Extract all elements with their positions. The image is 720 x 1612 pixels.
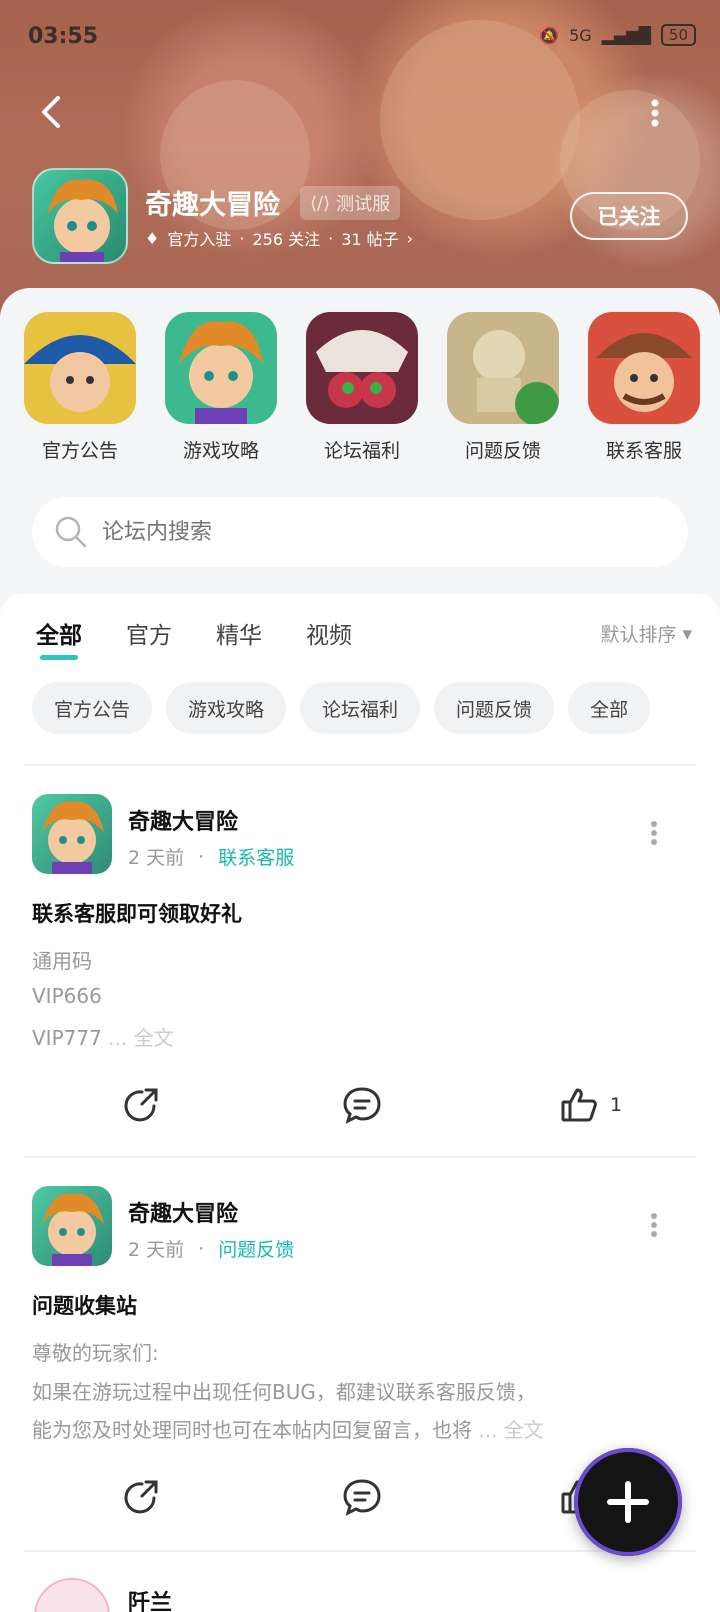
- shortcut-label: 论坛福利: [323, 440, 400, 462]
- post-body-line: VIP666: [32, 984, 102, 1008]
- thumbs-up-icon: [561, 1088, 597, 1122]
- shortcut-support[interactable]: 联系客服: [586, 312, 702, 463]
- share-icon: [124, 1480, 158, 1514]
- shortcut-label: 问题反馈: [464, 440, 541, 462]
- shortcut-row: 官方公告 游戏攻略 论坛福利 问题反馈 联系客服: [22, 312, 702, 463]
- chip-guides[interactable]: 游戏攻略: [166, 682, 287, 734]
- post-author[interactable]: 奇趣大冒险: [128, 1196, 238, 1228]
- comment-icon: [343, 1087, 381, 1124]
- post-meta: 2 天前 · 联系客服: [128, 843, 294, 870]
- divider: [24, 1550, 696, 1552]
- post-author[interactable]: 阡兰: [128, 1585, 172, 1612]
- chevron-right-icon: ›: [406, 228, 414, 248]
- category-chips: 官方公告 游戏攻略 论坛福利 问题反馈 全部: [32, 682, 651, 734]
- tab-all[interactable]: 全部: [36, 616, 82, 660]
- cowboy-character-icon: [588, 312, 700, 424]
- sort-dropdown[interactable]: 默认排序 ▾: [600, 620, 692, 647]
- shortcut-label: 官方公告: [41, 440, 118, 462]
- feed-tabs: 全部 官方 精华 视频: [36, 616, 352, 660]
- chip-all[interactable]: 全部: [568, 682, 651, 734]
- post-time: 2 天前: [128, 1239, 185, 1261]
- plus-icon: [607, 1481, 649, 1523]
- status-icons: 🔕 5G ▂▄▆█ 50: [539, 24, 696, 46]
- share-button[interactable]: [122, 1478, 160, 1516]
- comment-button[interactable]: [342, 1086, 382, 1124]
- more-menu-icon[interactable]: [650, 98, 660, 128]
- post-category[interactable]: 联系客服: [218, 843, 294, 870]
- network-label: 5G: [569, 25, 592, 45]
- badge-label: 测试服: [336, 194, 391, 215]
- read-more-link[interactable]: ... 全文: [472, 1418, 543, 1442]
- post-time: 2 天前: [128, 847, 185, 869]
- post-body-line: 如果在游玩过程中出现任何BUG，都建议联系客服反馈，: [32, 1380, 536, 1404]
- tab-featured[interactable]: 精华: [216, 616, 262, 650]
- header-banner: [0, 0, 720, 330]
- post-body-line: 尊敬的玩家们:: [32, 1341, 159, 1365]
- chip-feedback[interactable]: 问题反馈: [434, 682, 555, 734]
- follow-button[interactable]: 已关注: [570, 192, 688, 240]
- status-time: 03:55: [28, 24, 99, 49]
- chip-welfare[interactable]: 论坛福利: [300, 682, 421, 734]
- post-actions: 1: [0, 1082, 720, 1132]
- code-icon: ⟨/⟩: [310, 192, 331, 214]
- forum-meta[interactable]: ♦ 官方入驻 · 256 关注 · 31 帖子 ›: [145, 226, 413, 250]
- tab-official[interactable]: 官方: [126, 616, 172, 650]
- chip-announcement[interactable]: 官方公告: [32, 682, 153, 734]
- search-icon: [55, 516, 87, 548]
- divider: [24, 764, 696, 766]
- post-meta: 2 天前 · 问题反馈: [128, 1235, 294, 1262]
- tab-video[interactable]: 视频: [306, 616, 352, 650]
- more-options-icon[interactable]: [650, 820, 658, 846]
- post-avatar[interactable]: [32, 794, 112, 874]
- new-post-button[interactable]: [574, 1448, 682, 1556]
- search-input[interactable]: [102, 519, 602, 545]
- sort-label: 默认排序: [600, 624, 677, 646]
- notification-off-icon: 🔕: [539, 25, 560, 45]
- game-title: 奇趣大冒险: [145, 190, 280, 221]
- post-body-line: VIP777 ... 全文: [32, 1026, 174, 1050]
- post-body-line: 通用码: [32, 949, 92, 973]
- captain-character-icon: [24, 312, 136, 424]
- post-title: 联系客服即可领取好礼: [32, 902, 242, 926]
- caret-down-icon: ▾: [682, 622, 692, 645]
- back-arrow-icon[interactable]: [36, 92, 66, 132]
- diamond-icon: ♦: [145, 228, 160, 248]
- skull-monster-icon: [306, 312, 418, 424]
- comment-button[interactable]: [342, 1478, 382, 1516]
- divider: [24, 1156, 696, 1158]
- signal-icon: ▂▄▆█: [601, 25, 651, 45]
- post-title: 问题收集站: [32, 1294, 137, 1318]
- share-icon: [124, 1088, 158, 1122]
- followers-count: 256 关注: [252, 230, 321, 249]
- like-button[interactable]: 1: [560, 1086, 622, 1124]
- like-count: 1: [610, 1094, 623, 1116]
- post-avatar[interactable]: [32, 1186, 112, 1266]
- shortcut-guides[interactable]: 游戏攻略: [163, 312, 279, 463]
- comment-icon: [343, 1479, 381, 1516]
- test-server-badge: ⟨/⟩ 测试服: [300, 186, 401, 220]
- game-logo: [32, 168, 128, 264]
- post-author[interactable]: 奇趣大冒险: [128, 804, 238, 836]
- shortcut-feedback[interactable]: 问题反馈: [445, 312, 561, 463]
- shortcut-label: 游戏攻略: [182, 440, 259, 462]
- share-button[interactable]: [122, 1086, 160, 1124]
- shortcut-welfare[interactable]: 论坛福利: [304, 312, 420, 463]
- read-more-link[interactable]: ... 全文: [102, 1026, 173, 1050]
- hero-character-icon: [165, 312, 277, 424]
- post-body-line: 能为您及时处理同时也可在本帖内回复留言，也将 ... 全文: [32, 1418, 544, 1442]
- post-category[interactable]: 问题反馈: [218, 1235, 294, 1262]
- more-options-icon[interactable]: [650, 1212, 658, 1238]
- shortcut-label: 联系客服: [605, 440, 682, 462]
- forum-search-bar[interactable]: [32, 497, 688, 567]
- statue-character-icon: [447, 312, 559, 424]
- battery-indicator: 50: [660, 24, 696, 46]
- posts-count: 31 帖子: [341, 230, 399, 249]
- official-label: 官方入驻: [167, 230, 232, 249]
- shortcut-announcement[interactable]: 官方公告: [22, 312, 138, 463]
